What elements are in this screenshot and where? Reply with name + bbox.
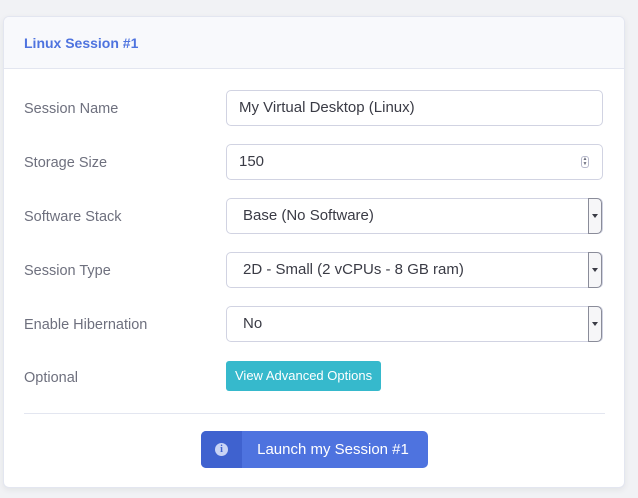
hibernation-row: Enable Hibernation No: [4, 306, 624, 344]
hibernation-value: No: [243, 315, 263, 332]
session-type-select[interactable]: 2D - Small (2 vCPUs - 8 GB ram): [226, 252, 603, 288]
session-type-value: 2D - Small (2 vCPUs - 8 GB ram): [243, 261, 464, 278]
software-stack-row: Software Stack Base (No Software): [4, 198, 624, 236]
storage-size-label: Storage Size: [24, 155, 108, 171]
optional-row: Optional View Advanced Options: [4, 359, 624, 397]
launch-session-button[interactable]: i Launch my Session #1: [201, 431, 428, 468]
session-name-row: Session Name My Virtual Desktop (Linux): [4, 90, 624, 128]
software-stack-label: Software Stack: [24, 209, 122, 225]
card-header: Linux Session #1: [4, 17, 624, 69]
dropdown-arrow-icon[interactable]: [588, 306, 602, 342]
storage-size-row: Storage Size 150 ▲ ▼: [4, 144, 624, 182]
divider: [24, 413, 605, 414]
session-type-row: Session Type 2D - Small (2 vCPUs - 8 GB …: [4, 252, 624, 290]
view-advanced-options-button[interactable]: View Advanced Options: [226, 361, 382, 391]
session-card: Linux Session #1 Session Name My Virtual…: [3, 16, 625, 488]
software-stack-value: Base (No Software): [243, 207, 374, 224]
info-icon: i: [215, 443, 228, 456]
number-stepper-icon[interactable]: ▲ ▼: [581, 156, 589, 168]
software-stack-select[interactable]: Base (No Software): [226, 198, 603, 234]
card-title: Linux Session #1: [24, 34, 139, 51]
session-name-input[interactable]: My Virtual Desktop (Linux): [226, 90, 603, 126]
launch-icon-container: i: [201, 431, 242, 468]
hibernation-label: Enable Hibernation: [24, 317, 148, 333]
dropdown-arrow-icon[interactable]: [588, 252, 602, 288]
storage-size-input[interactable]: 150 ▲ ▼: [226, 144, 603, 180]
hibernation-select[interactable]: No: [226, 306, 603, 342]
storage-size-value: 150: [239, 153, 265, 170]
session-name-label: Session Name: [24, 101, 119, 117]
launch-session-label: Launch my Session #1: [257, 441, 409, 458]
optional-label: Optional: [24, 370, 79, 386]
session-type-label: Session Type: [24, 263, 111, 279]
dropdown-arrow-icon[interactable]: [588, 198, 602, 234]
